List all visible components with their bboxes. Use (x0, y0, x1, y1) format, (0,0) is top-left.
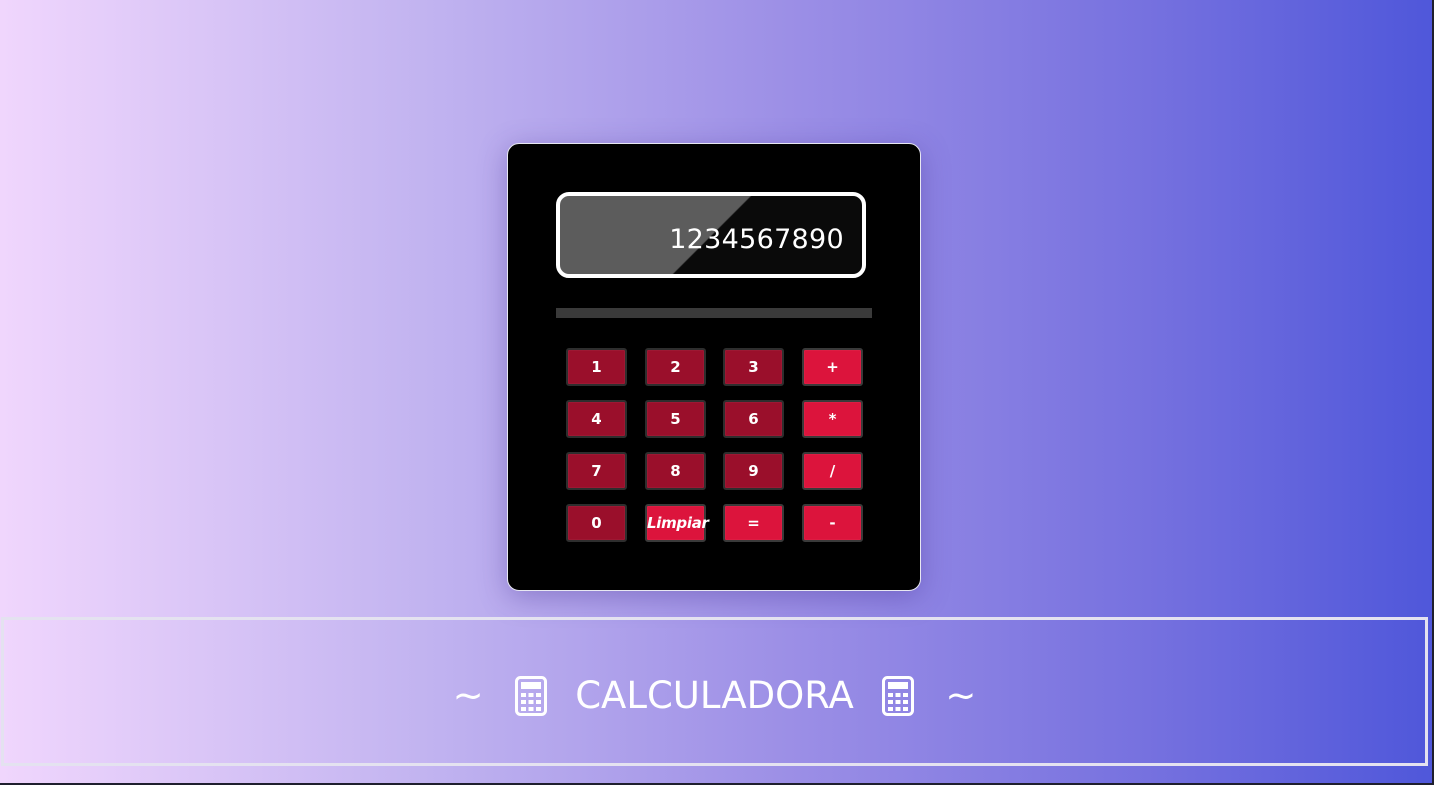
footer-banner: ~ CALCULADORA ~ (1, 617, 1428, 766)
key-5[interactable]: 5 (645, 400, 706, 438)
key-8[interactable]: 8 (645, 452, 706, 490)
calculator-icon (515, 675, 548, 716)
footer-title: ~ CALCULADORA ~ (4, 672, 1425, 718)
key-add[interactable]: + (802, 348, 863, 386)
key-clear[interactable]: Limpiar (645, 504, 709, 542)
footer-title-text: CALCULADORA (575, 673, 854, 717)
key-9[interactable]: 9 (723, 452, 784, 490)
keypad: 1 2 3 + 4 5 6 * 7 8 9 / 0 Limpiar = - (566, 348, 866, 546)
calculator-display: 1234567890 (556, 192, 866, 278)
key-4[interactable]: 4 (566, 400, 627, 438)
key-equals[interactable]: = (723, 504, 784, 542)
key-6[interactable]: 6 (723, 400, 784, 438)
calculator-body: 1234567890 1 2 3 + 4 5 6 * 7 8 9 / 0 Lim… (507, 143, 921, 591)
footer-tilde-left: ~ (452, 673, 484, 717)
key-3[interactable]: 3 (723, 348, 784, 386)
display-value: 1234567890 (669, 224, 844, 255)
key-divide[interactable]: / (802, 452, 863, 490)
key-1[interactable]: 1 (566, 348, 627, 386)
key-0[interactable]: 0 (566, 504, 627, 542)
calculator-icon (881, 675, 914, 716)
key-7[interactable]: 7 (566, 452, 627, 490)
key-multiply[interactable]: * (802, 400, 863, 438)
key-2[interactable]: 2 (645, 348, 706, 386)
footer-tilde-right: ~ (945, 673, 977, 717)
key-subtract[interactable]: - (802, 504, 863, 542)
display-separator-bar (556, 308, 872, 318)
